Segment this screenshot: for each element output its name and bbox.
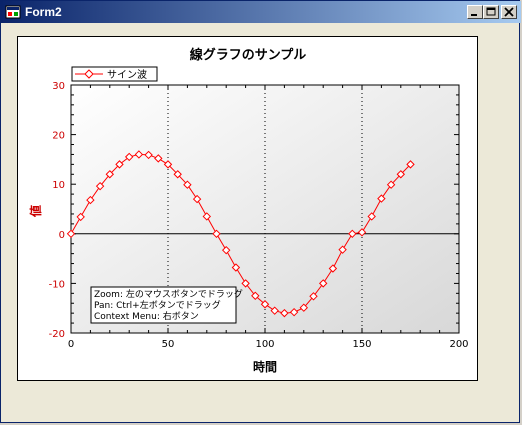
annotation-box: Zoom: 左のマウスボタンでドラッグ Pan: Ctrl+左ボタンでドラッグ …	[90, 286, 243, 324]
x-tick-label: 50	[162, 339, 175, 350]
x-tick-label: 150	[352, 339, 371, 350]
y-tick-label: -20	[49, 329, 65, 340]
y-tick-label: 30	[52, 81, 65, 92]
x-axis-label: 時間	[253, 359, 277, 374]
y-tick-label: 10	[52, 180, 65, 191]
chart-title: 線グラフのサンプル	[190, 47, 307, 63]
graph-control[interactable]: 線グラフのサンプル 0 50 100 150 200 -20 -10 0 10 20 30 サイン波…	[17, 36, 478, 381]
line-chart[interactable]: 線グラフのサンプル 0 50 100 150 200 -20 -10 0 10 20 30 サイン波…	[18, 37, 477, 380]
minimize-icon	[471, 14, 477, 16]
annotation-line-zoom: Zoom: 左のマウスボタンでドラッグ	[94, 288, 243, 300]
close-icon	[504, 7, 514, 17]
x-tick-label: 200	[449, 339, 468, 350]
client-area: 線グラフのサンプル 0 50 100 150 200 -20 -10 0 10 20 30 サイン波…	[4, 26, 517, 421]
y-axis-label: 値	[28, 205, 43, 218]
window-title: Form2	[25, 5, 62, 19]
application-window: Form2 線グラフのサンプル 0 50 100 150 200 -20 -10…	[0, 0, 521, 423]
minimize-button[interactable]	[467, 5, 483, 19]
y-tick-label: -10	[49, 279, 65, 290]
maximize-button[interactable]	[483, 5, 499, 19]
app-icon[interactable]	[5, 4, 21, 20]
annotation-line-context: Context Menu: 右ボタン	[94, 310, 199, 322]
maximize-icon	[486, 7, 496, 16]
y-tick-label: 20	[52, 131, 65, 142]
x-tick-label: 100	[255, 339, 274, 350]
title-bar[interactable]: Form2	[1, 1, 521, 23]
x-tick-label: 0	[68, 339, 74, 350]
annotation-line-pan: Pan: Ctrl+左ボタンでドラッグ	[94, 299, 221, 311]
legend-label: サイン波	[107, 68, 147, 81]
legend: サイン波	[71, 66, 158, 82]
close-button[interactable]	[501, 5, 517, 19]
y-tick-label: 0	[59, 230, 65, 241]
